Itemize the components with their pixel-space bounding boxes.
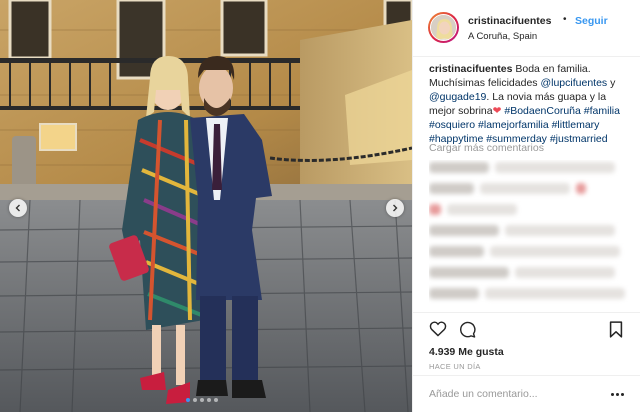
add-comment-section — [413, 375, 640, 412]
ellipsis-icon-dot — [621, 393, 624, 396]
comment-item — [429, 286, 629, 301]
comment-item — [429, 160, 629, 175]
follow-button[interactable]: Seguir — [575, 15, 608, 27]
post-caption: cristinacifuentes Boda en familia. Muchí… — [429, 62, 633, 146]
comment-item — [429, 202, 629, 217]
like-button[interactable] — [429, 321, 447, 342]
likes-count[interactable]: 4.939 Me gusta — [429, 346, 504, 358]
mention-link[interactable]: @gugade19 — [429, 91, 486, 103]
hashtag-link[interactable]: #osquiero — [429, 119, 475, 131]
comment-item — [429, 244, 629, 259]
post-actions: 4.939 Me gusta HACE UN DÍA — [413, 312, 640, 412]
avatar[interactable] — [428, 12, 459, 43]
header-username-link[interactable]: cristinacifuentes — [468, 15, 551, 27]
chevron-left-icon — [15, 204, 20, 212]
location-link[interactable]: A Coruña, Spain — [468, 31, 537, 42]
carousel-dot — [193, 398, 197, 402]
heart-icon — [429, 321, 447, 337]
caption-username-link[interactable]: cristinacifuentes — [429, 63, 512, 75]
post-photo[interactable] — [0, 0, 412, 412]
save-button[interactable] — [609, 321, 623, 343]
post-timestamp[interactable]: HACE UN DÍA — [429, 362, 481, 371]
bookmark-icon — [609, 321, 623, 338]
comments-list-blurred — [429, 160, 629, 308]
chevron-right-icon — [393, 204, 398, 212]
post-header: cristinacifuentes • Seguir A Coruña, Spa… — [413, 0, 640, 57]
hashtag-link[interactable]: #littlemary — [552, 119, 600, 131]
profile-picture — [431, 15, 456, 40]
hashtag-link[interactable]: #familia — [584, 105, 620, 117]
red-heart-emoji: ❤ — [492, 105, 502, 117]
comment-item — [429, 223, 629, 238]
post-side-panel: cristinacifuentes • Seguir A Coruña, Spa… — [412, 0, 640, 412]
mention-link[interactable]: @lupcifuentes — [540, 77, 607, 89]
ellipsis-icon-dot — [616, 393, 619, 396]
comment-input[interactable] — [429, 385, 599, 403]
carousel-prev-button[interactable] — [9, 199, 27, 217]
hashtag-link[interactable]: #justmarried — [550, 133, 608, 145]
header-separator: • — [563, 14, 567, 25]
comment-item — [429, 181, 629, 196]
carousel-dot — [207, 398, 211, 402]
wedding-photo-illustration — [0, 0, 412, 412]
comment-item — [429, 265, 629, 280]
hashtag-link[interactable]: #lamejorfamilia — [478, 119, 549, 131]
caption-text: y — [607, 77, 616, 89]
carousel-next-button[interactable] — [386, 199, 404, 217]
ellipsis-icon-dot — [611, 393, 614, 396]
more-options-button[interactable] — [611, 393, 624, 396]
comment-bubble-icon — [460, 321, 476, 338]
carousel-dot — [214, 398, 218, 402]
carousel-dot — [200, 398, 204, 402]
carousel-dot — [186, 398, 190, 402]
avatar-image — [430, 14, 457, 41]
hashtag-link[interactable]: #BodaenCoruña — [504, 105, 580, 117]
comment-button[interactable] — [459, 321, 476, 343]
instagram-post: cristinacifuentes • Seguir A Coruña, Spa… — [0, 0, 640, 412]
carousel-indicator — [186, 398, 218, 402]
load-more-comments-button[interactable]: Cargar más comentarios — [429, 142, 544, 154]
